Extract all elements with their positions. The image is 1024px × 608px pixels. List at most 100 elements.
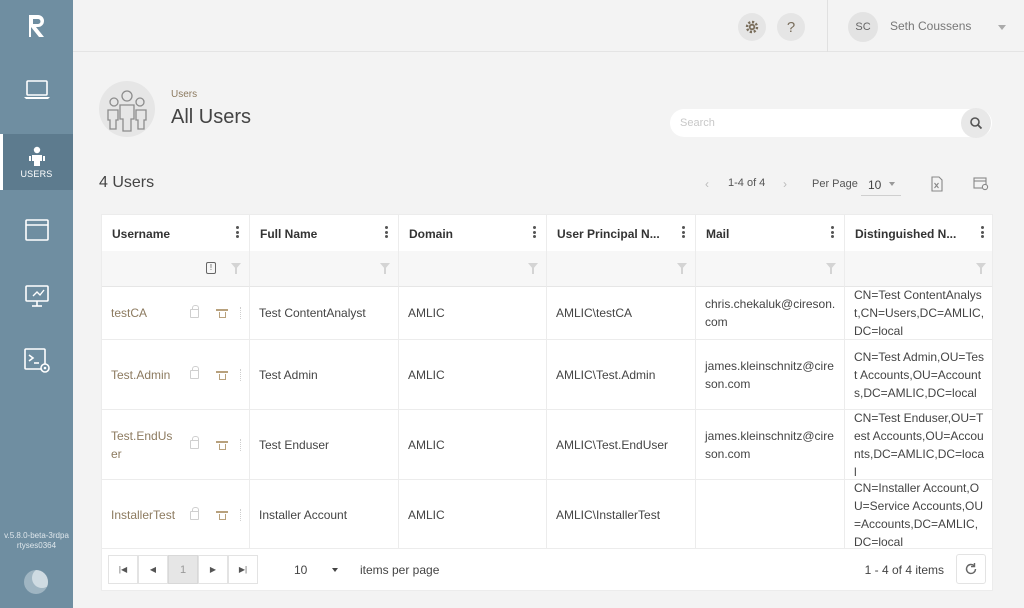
filter-icon[interactable] [380, 263, 390, 274]
domain-cell: AMLIC [399, 340, 547, 410]
lock-icon[interactable] [190, 366, 199, 379]
column-header-label: Full Name [260, 227, 318, 241]
column-menu-icon[interactable] [682, 226, 685, 238]
users-icon [28, 146, 45, 166]
column-header-upn[interactable]: User Principal N... [547, 215, 696, 251]
last-page-button[interactable]: ▶| [228, 555, 258, 584]
domain-cell: AMLIC [399, 410, 547, 480]
username-link[interactable]: testCA [111, 304, 175, 322]
app-logo[interactable] [0, 0, 73, 52]
full-name-cell: Test Enduser [250, 410, 399, 480]
refresh-icon [965, 563, 977, 575]
dn-cell: CN=Test Enduser,OU=Test Accounts,OU=Acco… [845, 410, 992, 480]
column-header-username[interactable]: Username [102, 215, 250, 251]
filter-icon[interactable] [528, 263, 538, 274]
sidebar-item-devices[interactable] [0, 62, 73, 118]
column-header-full-name[interactable]: Full Name [250, 215, 399, 251]
sidebar-item-scripts[interactable] [0, 332, 73, 388]
username-cell[interactable]: Test.Admin [102, 340, 250, 410]
column-header-label: Username [112, 227, 171, 241]
column-menu-icon[interactable] [385, 226, 388, 238]
prev-page-button[interactable]: ◀ [138, 555, 168, 584]
lock-icon[interactable] [190, 304, 199, 318]
sidebar-item-remote[interactable] [0, 268, 73, 324]
next-page-icon: ▶ [209, 565, 217, 574]
column-header-mail[interactable]: Mail [696, 215, 845, 251]
column-menu-icon[interactable] [236, 226, 239, 238]
username-cell[interactable]: testCA [102, 287, 250, 340]
id-card-icon[interactable] [216, 309, 228, 318]
page-size-select[interactable]: 10 [284, 555, 344, 584]
breadcrumb[interactable]: Users [171, 89, 197, 100]
search-input[interactable] [680, 115, 950, 131]
username-cell[interactable]: Test.EndUser [102, 410, 250, 480]
column-menu-icon[interactable] [981, 226, 984, 238]
version-text: v.5.8.0-beta-3rdpartyses0364 [4, 531, 69, 550]
column-header-label: User Principal N... [557, 227, 660, 241]
user-name[interactable]: Seth Coussens [890, 19, 971, 33]
divider [240, 368, 241, 381]
column-header-dn[interactable]: Distinguished N... [845, 215, 992, 251]
terminal-settings-icon [23, 348, 50, 373]
help-button[interactable]: ? [777, 13, 805, 41]
lock-icon[interactable] [190, 436, 199, 449]
divider [827, 0, 828, 52]
column-header-domain[interactable]: Domain [399, 215, 547, 251]
column-menu-icon[interactable] [533, 226, 536, 238]
settings-button[interactable] [738, 13, 766, 41]
sidebar-item-users[interactable]: USERS [0, 134, 73, 190]
column-menu-icon[interactable] [831, 226, 834, 238]
filter-cell-domain [399, 251, 547, 287]
column-header-label: Domain [409, 227, 454, 241]
avatar[interactable]: SC [848, 12, 878, 42]
items-range-label: 1 - 4 of 4 items [864, 563, 944, 577]
filter-icon[interactable] [231, 263, 241, 274]
id-card-icon[interactable] [216, 370, 228, 380]
export-excel-button[interactable] [927, 174, 947, 194]
per-page-select[interactable]: 10 [861, 172, 901, 196]
full-name-cell: Test Admin [250, 340, 399, 410]
upn-cell: AMLIC\Test.EndUser [547, 410, 696, 480]
first-page-icon: |◀ [118, 565, 128, 574]
page-number-button[interactable]: 1 [168, 555, 198, 584]
page-title: All Users [171, 106, 252, 128]
filter-icon[interactable] [976, 263, 986, 274]
username-link[interactable]: InstallerTest [111, 506, 183, 524]
refresh-button[interactable] [956, 554, 986, 584]
username-link[interactable]: Test.Admin [111, 366, 175, 384]
table-row[interactable]: testCA Test ContentAnalyst AMLIC AMLIC\t… [102, 287, 992, 340]
table-row[interactable]: Test.Admin Test Admin AMLIC AMLIC\Test.A… [102, 340, 992, 410]
filter-icon[interactable] [677, 263, 687, 274]
full-name-cell: Installer Account [250, 480, 399, 548]
filter-icon[interactable] [826, 263, 836, 274]
upn-cell: AMLIC\testCA [547, 287, 696, 340]
lock-icon[interactable] [190, 506, 199, 520]
filter-cell-mail [696, 251, 845, 287]
lock-filter-icon[interactable]: ! [206, 262, 216, 274]
dn-cell: CN=Installer Account,OU=Service Accounts… [854, 481, 984, 549]
username-link[interactable]: Test.EndUser [111, 427, 175, 463]
search-button[interactable] [961, 108, 991, 138]
id-card-icon[interactable] [216, 440, 228, 450]
filter-cell-username: ! [102, 251, 250, 287]
username-cell[interactable]: InstallerTest [102, 480, 250, 548]
table-row[interactable]: Test.EndUser Test Enduser AMLIC AMLIC\Te… [102, 410, 992, 480]
mail-cell: james.kleinschnitz@cireson.com [696, 340, 845, 410]
column-settings-button[interactable] [971, 174, 991, 194]
id-card-icon[interactable] [216, 511, 228, 520]
mail-cell: chris.chekaluk@cireson.com [696, 287, 845, 340]
next-page-button[interactable]: ▶ [198, 555, 228, 584]
chevron-down-icon[interactable] [998, 25, 1006, 30]
user-count: 4 Users [99, 174, 155, 191]
next-page-icon[interactable]: › [783, 177, 787, 191]
items-per-page-label: items per page [360, 563, 440, 577]
first-page-button[interactable]: |◀ [108, 555, 138, 584]
grid-filter-row: ! [102, 251, 992, 287]
prev-page-icon[interactable]: ‹ [705, 177, 709, 191]
divider [240, 307, 241, 319]
table-row[interactable]: InstallerTest Installer Account AMLIC AM… [102, 480, 992, 549]
monitor-icon [24, 285, 49, 307]
gear-icon [745, 20, 759, 34]
grid-pager: |◀ ◀ 1 ▶ ▶| 10 items per page 1 - 4 of 4… [101, 549, 993, 591]
sidebar-item-applications[interactable] [0, 202, 73, 258]
